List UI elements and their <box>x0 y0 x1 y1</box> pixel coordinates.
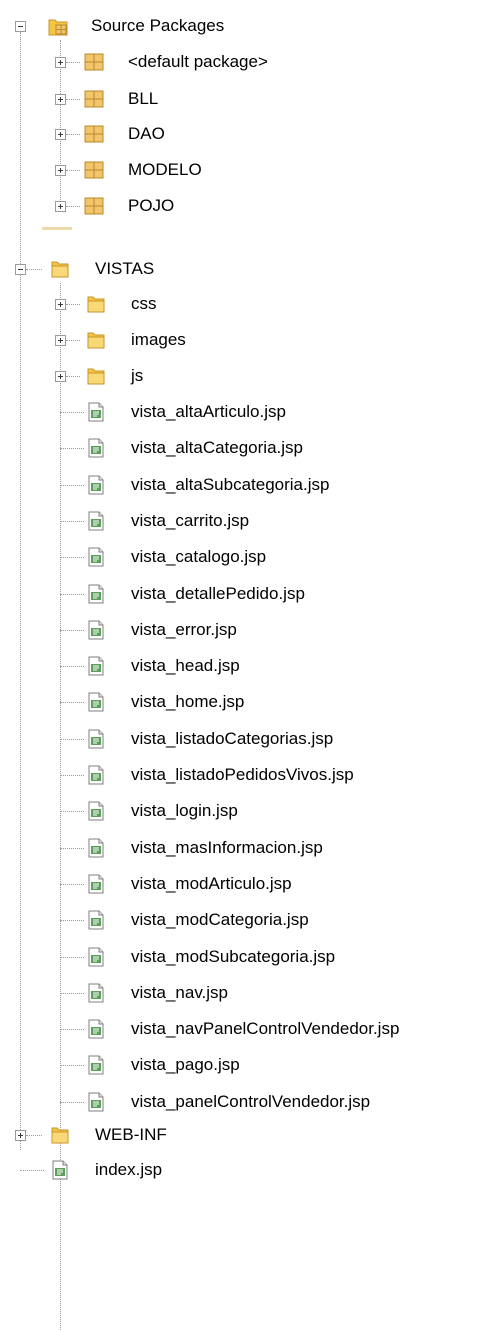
tree-item-label: Source Packages <box>91 16 225 35</box>
package-icon <box>83 195 105 217</box>
jsp-file-icon <box>85 728 107 750</box>
package-icon <box>83 51 105 73</box>
expand-toggle-icon[interactable] <box>55 165 66 176</box>
jsp-file-icon <box>85 946 107 968</box>
jsp-file-icon <box>85 655 107 677</box>
jsp-file-icon <box>85 437 107 459</box>
tree-item-label: vista_altaSubcategoria.jsp <box>131 474 330 494</box>
tree-separator <box>42 227 72 230</box>
folder-icon <box>85 365 107 387</box>
tree-item-label: <default package> <box>128 52 268 71</box>
tree-node-jsp-file[interactable] <box>0 793 481 829</box>
tree-item-label: VISTAS <box>95 259 155 278</box>
tree-item-label: vista_error.jsp <box>131 619 237 639</box>
jsp-file-icon <box>85 873 107 895</box>
project-tree: Source Packages <default package> BLL DAO MO… <box>0 0 481 1330</box>
package-icon <box>83 88 105 110</box>
expand-toggle-icon[interactable] <box>55 129 66 140</box>
tree-item-label: vista_listadoPedidosVivos.jsp <box>131 765 354 784</box>
tree-node-index-file[interactable] <box>0 1152 481 1188</box>
jsp-file-icon <box>85 1091 107 1113</box>
jsp-file-icon <box>85 909 107 931</box>
jsp-file-icon <box>85 800 107 822</box>
tree-item-label: BLL <box>128 89 159 108</box>
tree-item-label: images <box>131 330 186 349</box>
tree-node-package[interactable] <box>0 152 481 188</box>
expand-toggle-icon[interactable] <box>55 335 66 346</box>
jsp-file-icon <box>85 1054 107 1076</box>
tree-item-label: vista_login.jsp <box>131 801 238 821</box>
expand-toggle-icon[interactable] <box>55 299 66 310</box>
tree-node-jsp-file[interactable] <box>0 612 481 648</box>
folder-icon <box>49 258 71 280</box>
tree-node-folder[interactable] <box>0 358 481 394</box>
collapse-toggle-icon[interactable] <box>15 264 26 275</box>
tree-item-label: vista_modCategoria.jsp <box>131 910 309 930</box>
tree-item-label: index.jsp <box>95 1160 163 1179</box>
jsp-file-icon <box>85 837 107 859</box>
tree-item-label: vista_modArticulo.jsp <box>131 873 292 893</box>
tree-item-label: vista_carrito.jsp <box>131 510 250 530</box>
jsp-file-icon <box>85 510 107 532</box>
tree-node-jsp-file[interactable] <box>0 1047 481 1083</box>
tree-node-package[interactable] <box>0 81 481 117</box>
folder-icon <box>49 1124 71 1146</box>
tree-node-jsp-file[interactable] <box>0 648 481 684</box>
tree-item-label: vista_listadoCategorias.jsp <box>131 728 334 748</box>
jsp-file-icon <box>85 546 107 568</box>
tree-item-label: POJO <box>128 196 175 215</box>
source-packages-icon <box>47 15 69 37</box>
tree-item-label: vista_modSubcategoria.jsp <box>131 946 336 966</box>
jsp-file-icon <box>85 619 107 641</box>
tree-item-label: css <box>131 294 157 313</box>
tree-node-package[interactable] <box>0 116 481 152</box>
tree-item-label: vista_altaArticulo.jsp <box>131 402 286 421</box>
jsp-file-icon <box>85 764 107 786</box>
tree-item-label: vista_nav.jsp <box>131 982 229 1002</box>
tree-item-label: vista_masInformacion.jsp <box>131 837 323 857</box>
jsp-file-icon <box>85 982 107 1004</box>
tree-node-jsp-file[interactable] <box>0 975 481 1011</box>
tree-item-label: vista_panelControlVendedor.jsp <box>131 1091 371 1111</box>
tree-item-label: vista_catalogo.jsp <box>131 547 267 567</box>
jsp-file-icon <box>85 401 107 423</box>
tree-item-label: js <box>131 366 144 385</box>
tree-item-label: vista_head.jsp <box>131 656 240 676</box>
tree-node-vistas[interactable] <box>0 251 481 287</box>
tree-item-label: vista_home.jsp <box>131 692 245 712</box>
expand-toggle-icon[interactable] <box>55 94 66 105</box>
jsp-file-icon <box>85 691 107 713</box>
tree-item-label: vista_navPanelControlVendedor.jsp <box>131 1019 400 1039</box>
tree-node-source-packages[interactable] <box>0 8 481 44</box>
tree-item-label: MODELO <box>128 160 202 179</box>
tree-item-label: vista_altaCategoria.jsp <box>131 438 303 458</box>
jsp-file-icon <box>85 583 107 605</box>
package-icon <box>83 123 105 145</box>
folder-icon <box>85 293 107 315</box>
jsp-file-icon <box>49 1159 71 1181</box>
collapse-toggle-icon[interactable] <box>15 21 26 32</box>
expand-toggle-icon[interactable] <box>55 57 66 68</box>
expand-toggle-icon[interactable] <box>15 1130 26 1141</box>
jsp-file-icon <box>85 474 107 496</box>
tree-node-folder[interactable] <box>0 286 481 322</box>
expand-toggle-icon[interactable] <box>55 201 66 212</box>
tree-item-label: WEB-INF <box>95 1125 167 1144</box>
tree-item-label: vista_pago.jsp <box>131 1055 240 1075</box>
tree-node-folder[interactable] <box>0 322 481 358</box>
folder-icon <box>85 329 107 351</box>
jsp-file-icon <box>85 1018 107 1040</box>
expand-toggle-icon[interactable] <box>55 371 66 382</box>
tree-item-label: vista_detallePedido.jsp <box>131 583 305 603</box>
package-icon <box>83 159 105 181</box>
tree-node-web-inf[interactable] <box>0 1117 481 1153</box>
tree-item-label: DAO <box>128 124 165 143</box>
tree-node-package[interactable] <box>0 188 481 224</box>
